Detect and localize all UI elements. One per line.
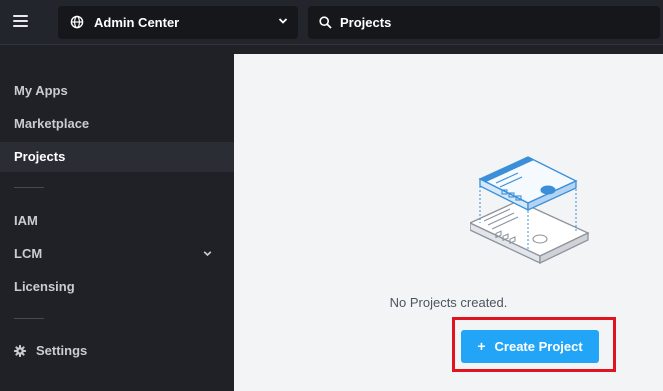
sidebar-item-settings[interactable]: Settings [0, 336, 234, 366]
sidebar-item-label: Marketplace [14, 116, 90, 131]
sidebar-item-my-apps[interactable]: My Apps [0, 76, 234, 106]
sidebar-item-projects[interactable]: Projects [0, 142, 234, 172]
chevron-down-icon [278, 18, 288, 24]
sidebar-item-label: Projects [14, 149, 66, 164]
sidebar-divider [14, 318, 44, 319]
app-switcher-dropdown[interactable]: Admin Center [58, 6, 298, 39]
app-switcher-label: Admin Center [94, 15, 180, 30]
globe-icon [70, 15, 84, 29]
main-content: No Projects created. + Create Project [234, 54, 663, 391]
sidebar-item-label: My Apps [14, 83, 68, 98]
search-value: Projects [340, 15, 392, 30]
menu-icon[interactable] [13, 14, 28, 28]
top-bar: Admin Center Projects [0, 0, 663, 45]
search-input[interactable]: Projects [308, 6, 660, 39]
sidebar: My Apps Marketplace Projects IAM LCM Lic… [0, 46, 234, 391]
search-icon [319, 16, 332, 29]
chevron-down-icon[interactable] [203, 250, 212, 257]
empty-state-message: No Projects created. [389, 295, 508, 310]
sidebar-divider [14, 187, 44, 188]
sidebar-item-label: IAM [14, 213, 38, 228]
gear-icon [14, 345, 26, 357]
plus-icon: + [477, 338, 486, 354]
sidebar-item-label: LCM [14, 246, 43, 261]
sidebar-item-label: Licensing [14, 279, 75, 294]
sidebar-item-label: Settings [36, 343, 88, 358]
sidebar-item-iam[interactable]: IAM [0, 206, 234, 236]
sidebar-item-licensing[interactable]: Licensing [0, 272, 234, 302]
create-project-button[interactable]: + Create Project [461, 330, 599, 363]
sidebar-item-lcm[interactable]: LCM [0, 239, 234, 269]
sidebar-item-marketplace[interactable]: Marketplace [0, 109, 234, 139]
empty-projects-illustration-icon [470, 156, 590, 265]
create-project-label: Create Project [494, 339, 583, 354]
